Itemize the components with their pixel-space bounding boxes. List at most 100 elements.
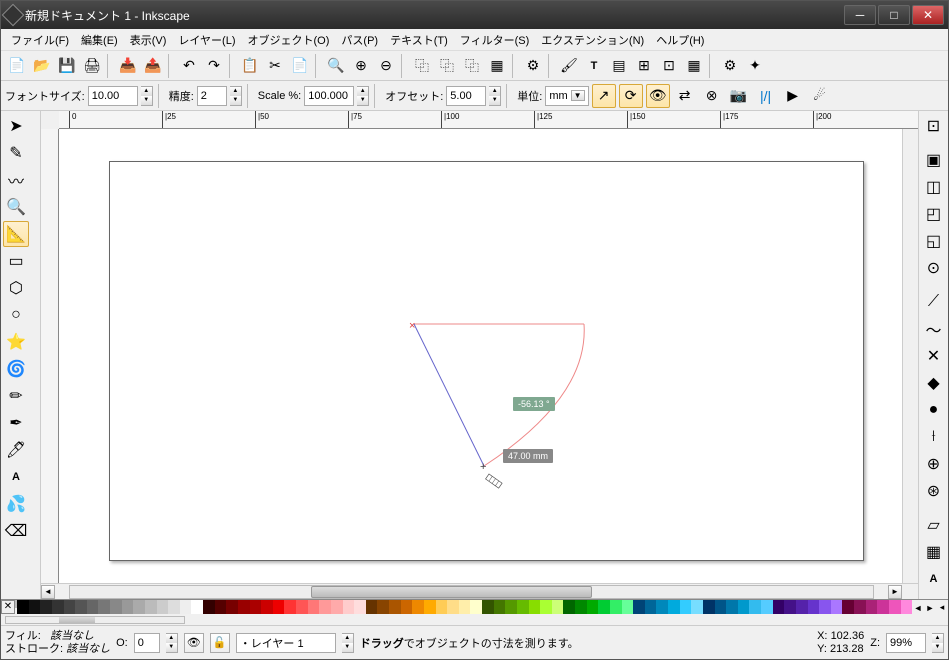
transform-icon[interactable]: ⊡ [657, 54, 681, 78]
prefs-icon[interactable]: ⚙ [718, 54, 742, 78]
docprops-icon[interactable]: ✦ [743, 54, 767, 78]
menu-item[interactable]: フィルター(S) [454, 30, 535, 50]
measure-snapshot-icon[interactable]: 📷 [727, 84, 751, 108]
snap-intersect-icon[interactable]: ✕ [921, 343, 947, 369]
pencil-tool[interactable]: ✏ [3, 383, 29, 409]
color-swatch[interactable] [412, 600, 424, 614]
measure-mode-1-icon[interactable]: ↗ [592, 84, 616, 108]
calligraphy-tool[interactable]: 🖊 [3, 437, 29, 463]
new-icon[interactable]: 📄 [5, 54, 29, 78]
color-swatch[interactable] [389, 600, 401, 614]
color-swatch[interactable] [773, 600, 785, 614]
zoom-input[interactable]: 99% [886, 633, 926, 653]
color-swatch[interactable] [343, 600, 355, 614]
xml-icon[interactable]: ⚙ [521, 54, 545, 78]
node-tool[interactable]: ✎ [3, 140, 29, 166]
menu-item[interactable]: オブジェクト(O) [242, 30, 336, 50]
color-swatch[interactable] [145, 600, 157, 614]
clone-icon[interactable]: ⿻ [435, 54, 459, 78]
color-swatch[interactable] [366, 600, 378, 614]
measure-guides-icon[interactable]: |/| [754, 84, 778, 108]
spray-tool[interactable]: 💦 [3, 491, 29, 517]
zoom-page-icon[interactable]: ⊖ [374, 54, 398, 78]
selector-tool[interactable]: ➤ [3, 113, 29, 139]
menu-item[interactable]: 表示(V) [124, 30, 173, 50]
vertical-ruler[interactable] [41, 129, 59, 583]
measure-hidden-icon[interactable]: ⊗ [700, 84, 724, 108]
measure-tool[interactable]: 📐 [3, 221, 29, 247]
scale-input[interactable]: 100.000 [304, 86, 354, 106]
eraser-tool[interactable]: ⌫ [3, 518, 29, 544]
color-swatch[interactable] [424, 600, 436, 614]
color-swatch[interactable] [680, 600, 692, 614]
measure-select-icon[interactable]: ▶ [781, 84, 805, 108]
snap-cusp-icon[interactable]: ◆ [921, 370, 947, 396]
menu-item[interactable]: パス(P) [335, 30, 384, 50]
color-swatch[interactable] [482, 600, 494, 614]
layer-spinner[interactable]: ▲▼ [342, 633, 354, 653]
snap-line-mid-icon[interactable]: ⟊ [921, 424, 947, 450]
color-swatch[interactable] [831, 600, 843, 614]
save-icon[interactable]: 💾 [55, 54, 79, 78]
snap-enable-icon[interactable]: ⊡ [921, 113, 947, 139]
trace-icon[interactable]: ▦ [682, 54, 706, 78]
menu-item[interactable]: レイヤー(L) [172, 30, 241, 50]
color-swatch[interactable] [494, 600, 506, 614]
menu-item[interactable]: テキスト(T) [384, 30, 454, 50]
snap-edge-icon[interactable]: ◫ [921, 174, 947, 200]
stroke-value[interactable]: 該当なし [66, 643, 110, 655]
color-swatch[interactable] [529, 600, 541, 614]
layers-icon[interactable]: ▤ [607, 54, 631, 78]
horizontal-ruler[interactable]: 0|25|50|75|100|125|150|175|200 [59, 111, 918, 129]
color-swatch[interactable] [691, 600, 703, 614]
duplicate-icon[interactable]: ⿻ [410, 54, 434, 78]
precision-spinner[interactable]: ▲▼ [230, 86, 242, 106]
color-swatch[interactable] [563, 600, 575, 614]
color-swatch[interactable] [656, 600, 668, 614]
color-swatch[interactable] [866, 600, 878, 614]
snap-bbox-icon[interactable]: ▣ [921, 147, 947, 173]
layer-visibility-icon[interactable]: 👁 [184, 633, 204, 653]
canvas[interactable]: × + -56.13 ° 47.00 mm [59, 129, 902, 583]
snap-object-center-icon[interactable]: ⊕ [921, 451, 947, 477]
color-swatch[interactable] [226, 600, 238, 614]
cut-icon[interactable]: ✂ [263, 54, 287, 78]
color-swatch[interactable] [889, 600, 901, 614]
color-swatch[interactable] [447, 600, 459, 614]
measure-reverse-icon[interactable]: ⇄ [673, 84, 697, 108]
palette-left-icon[interactable]: ◄ [912, 600, 924, 615]
close-button[interactable]: ✕ [912, 5, 944, 25]
export-icon[interactable]: 📤 [141, 54, 165, 78]
snap-smooth-icon[interactable]: ● [921, 397, 947, 423]
snap-path-icon[interactable]: 〜 [921, 316, 947, 342]
fontsize-input[interactable]: 10.00 [88, 86, 138, 106]
palette-none[interactable]: ✕ [1, 600, 15, 614]
layer-lock-icon[interactable]: 🔓 [210, 633, 230, 653]
color-swatch[interactable] [319, 600, 331, 614]
color-swatch[interactable] [819, 600, 831, 614]
minimize-button[interactable]: ─ [844, 5, 876, 25]
palette-menu-icon[interactable]: ◂ [936, 600, 948, 615]
rect-tool[interactable]: ▭ [3, 248, 29, 274]
color-swatch[interactable] [598, 600, 610, 614]
color-swatch[interactable] [238, 600, 250, 614]
color-swatch[interactable] [808, 600, 820, 614]
color-swatch[interactable] [854, 600, 866, 614]
color-swatch[interactable] [842, 600, 854, 614]
color-swatch[interactable] [726, 600, 738, 614]
box3d-tool[interactable]: ⬡ [3, 275, 29, 301]
color-swatch[interactable] [98, 600, 110, 614]
zoom-tool[interactable]: 🔍 [3, 194, 29, 220]
menu-item[interactable]: ヘルプ(H) [650, 30, 710, 50]
color-swatch[interactable] [296, 600, 308, 614]
color-swatch[interactable] [273, 600, 285, 614]
color-swatch[interactable] [645, 600, 657, 614]
vertical-scrollbar[interactable] [902, 129, 918, 583]
horizontal-scrollbar[interactable]: ◄ ► [41, 583, 918, 599]
open-icon[interactable]: 📂 [30, 54, 54, 78]
color-swatch[interactable] [40, 600, 52, 614]
copy-icon[interactable]: 📋 [238, 54, 262, 78]
color-swatch[interactable] [622, 600, 634, 614]
snap-center-icon[interactable]: ⊙ [921, 255, 947, 281]
color-swatch[interactable] [703, 600, 715, 614]
